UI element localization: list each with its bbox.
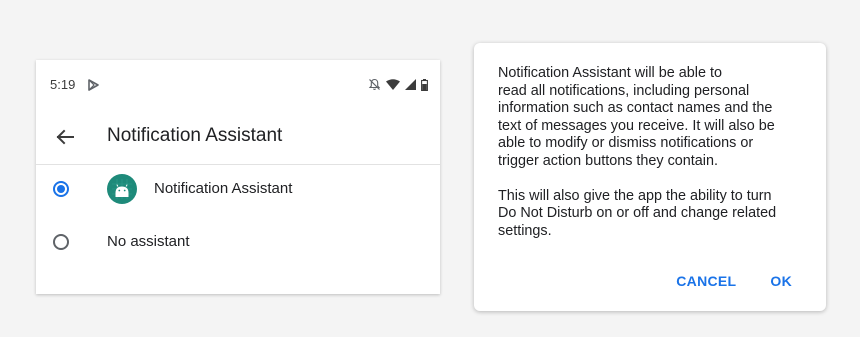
option-label: Notification Assistant — [154, 180, 293, 197]
settings-screen: 5:19 Notification Assistant Notification… — [36, 60, 440, 294]
dialog-paragraph-2: This will also give the app the ability … — [498, 187, 777, 239]
notifications-off-icon — [368, 78, 381, 90]
status-bar: 5:19 — [36, 60, 440, 110]
status-time: 5:19 — [50, 77, 76, 92]
ok-button[interactable]: OK — [770, 273, 792, 289]
wifi-icon — [386, 79, 400, 90]
radio-selected[interactable] — [53, 181, 69, 197]
option-notification-assistant[interactable]: Notification Assistant — [36, 164, 440, 216]
play-store-icon — [88, 79, 99, 91]
back-arrow-icon[interactable] — [54, 126, 76, 148]
option-no-assistant[interactable]: No assistant — [36, 217, 440, 269]
cancel-button[interactable]: CANCEL — [676, 273, 736, 289]
dialog-actions: CANCEL OK — [676, 273, 792, 289]
option-label: No assistant — [107, 233, 190, 250]
status-icons — [368, 78, 428, 91]
radio-unselected[interactable] — [53, 234, 69, 250]
page-title: Notification Assistant — [107, 125, 283, 146]
app-bar: Notification Assistant — [36, 110, 440, 165]
battery-icon — [421, 78, 428, 91]
permission-dialog: Notification Assistant will be able to r… — [474, 43, 826, 311]
dialog-paragraph-1: Notification Assistant will be able to r… — [498, 65, 775, 169]
android-app-icon — [107, 174, 137, 204]
signal-icon — [405, 79, 416, 90]
dialog-message: Notification Assistant will be able to r… — [498, 65, 810, 258]
